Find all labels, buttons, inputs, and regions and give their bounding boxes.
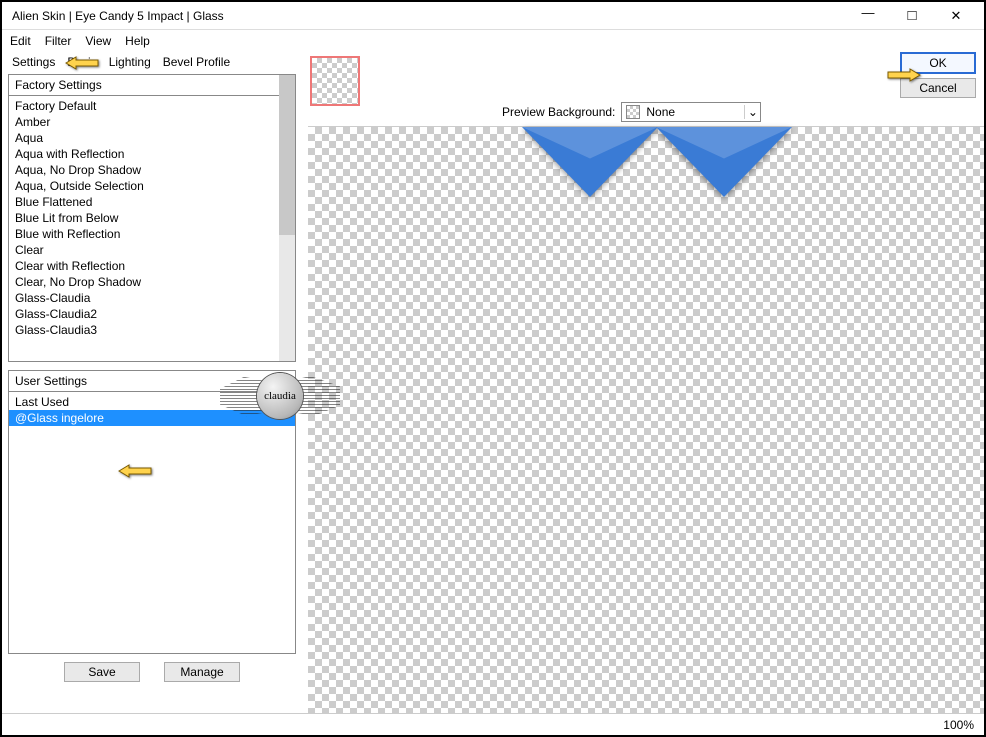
preview-pane: Preview Background: None ⌄ OK Cancel: [302, 52, 984, 713]
list-item[interactable]: Glass-Claudia: [9, 290, 295, 306]
chevron-down-icon: ⌄: [744, 105, 760, 119]
preview-canvas[interactable]: [308, 126, 984, 713]
content-area: Settings Basic Lighting Bevel Profile Fa…: [2, 52, 984, 713]
list-item[interactable]: Amber: [9, 114, 295, 130]
preview-shape-2: [656, 127, 792, 197]
ok-cancel-group: OK Cancel: [900, 52, 976, 98]
list-item[interactable]: Aqua, Outside Selection: [9, 178, 295, 194]
preview-background-label: Preview Background:: [502, 105, 615, 119]
menu-help[interactable]: Help: [125, 34, 150, 48]
list-item[interactable]: Last Used: [9, 394, 295, 410]
manage-button[interactable]: Manage: [164, 662, 240, 682]
status-bar: 100%: [2, 713, 984, 735]
preview-background-combo[interactable]: None ⌄: [621, 102, 761, 122]
list-item[interactable]: Glass-Claudia3: [9, 322, 295, 338]
preview-shape-1: [522, 127, 658, 197]
title-bar: Alien Skin | Eye Candy 5 Impact | Glass: [2, 2, 984, 30]
user-settings-body: Last Used@Glass ingelore: [9, 392, 295, 653]
factory-settings-header: Factory Settings: [9, 75, 295, 96]
cancel-button[interactable]: Cancel: [900, 78, 976, 98]
list-item[interactable]: Factory Default: [9, 98, 295, 114]
list-item[interactable]: Aqua, No Drop Shadow: [9, 162, 295, 178]
tab-basic[interactable]: Basic: [67, 55, 96, 69]
ok-button[interactable]: OK: [900, 52, 976, 74]
list-item[interactable]: Aqua with Reflection: [9, 146, 295, 162]
settings-button-row: Save Manage: [8, 662, 296, 682]
tab-settings[interactable]: Settings: [12, 55, 55, 69]
list-item[interactable]: Blue Lit from Below: [9, 210, 295, 226]
zoom-level: 100%: [943, 718, 974, 732]
menu-view[interactable]: View: [85, 34, 111, 48]
preview-background-row: Preview Background: None ⌄: [502, 102, 761, 122]
save-button[interactable]: Save: [64, 662, 140, 682]
list-item[interactable]: Clear with Reflection: [9, 258, 295, 274]
list-item[interactable]: Blue Flattened: [9, 194, 295, 210]
factory-settings-body: Factory DefaultAmberAquaAqua with Reflec…: [9, 96, 295, 361]
list-item[interactable]: @Glass ingelore: [9, 410, 295, 426]
tab-lighting[interactable]: Lighting: [109, 55, 151, 69]
menu-filter[interactable]: Filter: [45, 34, 72, 48]
swatch-icon: [626, 105, 640, 119]
preview-top-row: [302, 52, 984, 108]
preview-background-value: None: [644, 105, 744, 119]
window-title: Alien Skin | Eye Candy 5 Impact | Glass: [8, 9, 846, 23]
maximize-button[interactable]: [890, 3, 934, 29]
user-settings-header: User Settings: [9, 371, 295, 392]
settings-tabs: Settings Basic Lighting Bevel Profile: [8, 52, 296, 72]
user-settings-list: User Settings Last Used@Glass ingelore: [8, 370, 296, 654]
factory-settings-list: Factory Settings Factory DefaultAmberAqu…: [8, 74, 296, 362]
tab-bevel[interactable]: Bevel Profile: [163, 55, 230, 69]
menu-edit[interactable]: Edit: [10, 34, 31, 48]
list-item[interactable]: Blue with Reflection: [9, 226, 295, 242]
close-button[interactable]: [934, 3, 978, 29]
preview-thumbnail[interactable]: [310, 56, 360, 106]
menu-bar: Edit Filter View Help: [2, 30, 984, 52]
list-item[interactable]: Aqua: [9, 130, 295, 146]
list-item[interactable]: Glass-Claudia2: [9, 306, 295, 322]
minimize-button[interactable]: [846, 3, 890, 29]
settings-pane: Settings Basic Lighting Bevel Profile Fa…: [2, 52, 302, 713]
scrollbar-thumb[interactable]: [279, 75, 295, 235]
scrollbar-track[interactable]: [279, 75, 295, 361]
list-item[interactable]: Clear, No Drop Shadow: [9, 274, 295, 290]
window-buttons: [846, 3, 978, 29]
list-item[interactable]: Clear: [9, 242, 295, 258]
